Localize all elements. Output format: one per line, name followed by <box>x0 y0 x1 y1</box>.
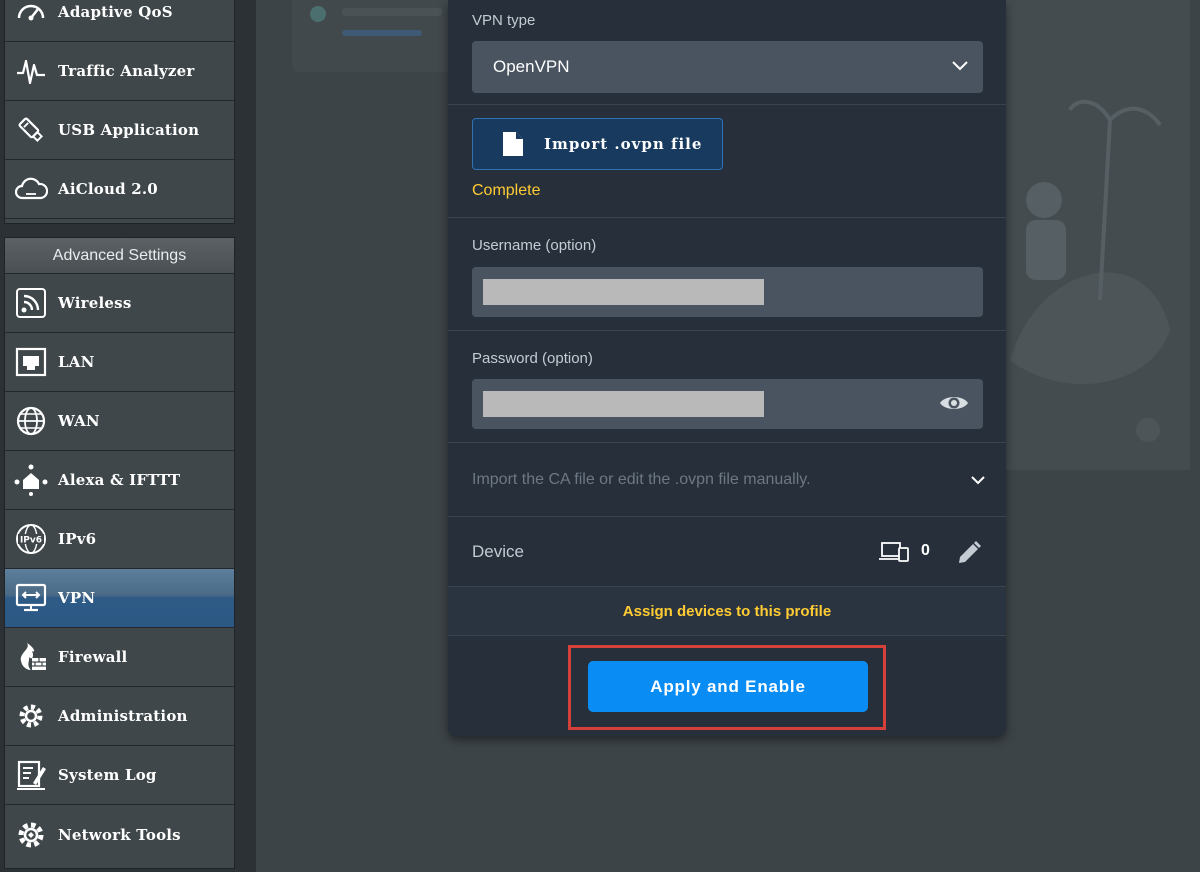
background-illustration <box>1000 0 1190 470</box>
redacted-value <box>483 391 764 417</box>
vpn-monitor-icon <box>14 581 48 615</box>
sidebar-item-usb-application[interactable]: USB Application <box>5 101 234 160</box>
sidebar-item-aicloud[interactable]: AiCloud 2.0 <box>5 160 234 219</box>
sidebar-item-label: Network Tools <box>58 825 181 844</box>
advanced-settings-header: Advanced Settings <box>5 238 234 274</box>
sidebar-item-label: IPv6 <box>58 530 97 548</box>
sidebar-item-vpn[interactable]: VPN <box>5 569 234 628</box>
redacted-value <box>483 279 764 305</box>
apply-and-enable-button[interactable]: Apply and Enable <box>588 661 868 712</box>
username-field[interactable] <box>472 267 983 317</box>
sidebar-item-label: Firewall <box>58 648 128 666</box>
sidebar-item-wireless[interactable]: Wireless <box>5 274 234 333</box>
divider <box>448 635 1006 636</box>
password-label: Password (option) <box>472 350 593 367</box>
sidebar-item-system-log[interactable]: System Log <box>5 746 234 805</box>
globe-icon <box>14 404 48 438</box>
advanced-settings-group: Advanced Settings Wireless LAN WAN Alexa… <box>4 237 235 869</box>
lan-port-icon <box>14 345 48 379</box>
sidebar-item-label: WAN <box>58 412 100 430</box>
import-status: Complete <box>472 182 541 199</box>
assign-devices-row: Assign devices to this profile <box>448 587 1006 635</box>
assign-devices-link[interactable]: Assign devices to this profile <box>623 603 831 620</box>
divider <box>448 104 1006 105</box>
svg-text:IPv6: IPv6 <box>20 536 42 546</box>
divider <box>448 217 1006 218</box>
sidebar-item-label: Traffic Analyzer <box>58 62 195 80</box>
sidebar-item-alexa-ifttt[interactable]: Alexa & IFTTT <box>5 451 234 510</box>
background-card <box>292 0 472 72</box>
sidebar-item-label: VPN <box>58 589 96 607</box>
vpn-profile-panel: VPN type OpenVPN Import .ovpn file Compl… <box>448 0 1006 736</box>
device-count: 0 <box>921 542 930 559</box>
import-ovpn-button[interactable]: Import .ovpn file <box>472 118 723 170</box>
divider <box>448 516 1006 517</box>
cloud-icon <box>14 172 48 206</box>
sidebar-item-lan[interactable]: LAN <box>5 333 234 392</box>
sidebar-item-ipv6[interactable]: IPv6 IPv6 <box>5 510 234 569</box>
smart-home-icon <box>14 463 48 497</box>
waveform-icon <box>14 54 48 88</box>
vpn-type-label: VPN type <box>472 12 536 29</box>
ipv6-globe-icon: IPv6 <box>14 522 48 556</box>
sidebar-item-label: LAN <box>58 353 95 371</box>
sidebar-item-firewall[interactable]: Firewall <box>5 628 234 687</box>
pencil-icon[interactable] <box>956 540 982 571</box>
admin-gear-icon <box>14 699 48 733</box>
import-ovpn-label: Import .ovpn file <box>544 135 703 153</box>
device-label: Device <box>472 542 524 561</box>
sidebar-item-traffic-analyzer[interactable]: Traffic Analyzer <box>5 42 234 101</box>
sidebar-item-wan[interactable]: WAN <box>5 392 234 451</box>
eye-icon[interactable] <box>939 392 969 419</box>
vpn-type-select[interactable]: OpenVPN <box>472 41 983 93</box>
sidebar-item-administration[interactable]: Administration <box>5 687 234 746</box>
sidebar-item-label: Administration <box>58 707 188 725</box>
log-icon <box>14 758 48 792</box>
usb-icon <box>14 113 48 147</box>
sidebar-item-label: System Log <box>58 766 157 784</box>
sidebar-item-network-tools[interactable]: Network Tools <box>5 805 234 864</box>
advanced-import-toggle[interactable]: Import the CA file or edit the .ovpn fil… <box>448 443 1006 516</box>
devices-icon <box>878 541 910 568</box>
username-label: Username (option) <box>472 237 597 254</box>
sidebar-item-label: Alexa & IFTTT <box>58 471 181 489</box>
file-icon <box>502 131 524 157</box>
sidebar-item-adaptive-qos[interactable]: Adaptive QoS <box>5 0 234 42</box>
divider <box>448 330 1006 331</box>
wifi-icon <box>14 286 48 320</box>
chevron-down-icon <box>970 473 986 491</box>
chevron-down-icon <box>951 58 969 76</box>
advanced-import-text: Import the CA file or edit the .ovpn fil… <box>472 470 811 488</box>
sidebar-item-label: Wireless <box>58 294 132 312</box>
vpn-type-value: OpenVPN <box>493 57 570 76</box>
speedometer-icon <box>14 0 48 29</box>
sidebar-item-label: AiCloud 2.0 <box>58 180 158 198</box>
password-field[interactable] <box>472 379 983 429</box>
sidebar-item-label: USB Application <box>58 121 200 139</box>
top-menu-group: Adaptive QoS Traffic Analyzer USB Applic… <box>4 0 235 224</box>
tools-gear-icon <box>14 818 48 852</box>
sidebar-item-label: Adaptive QoS <box>58 3 173 21</box>
firewall-icon <box>14 640 48 674</box>
